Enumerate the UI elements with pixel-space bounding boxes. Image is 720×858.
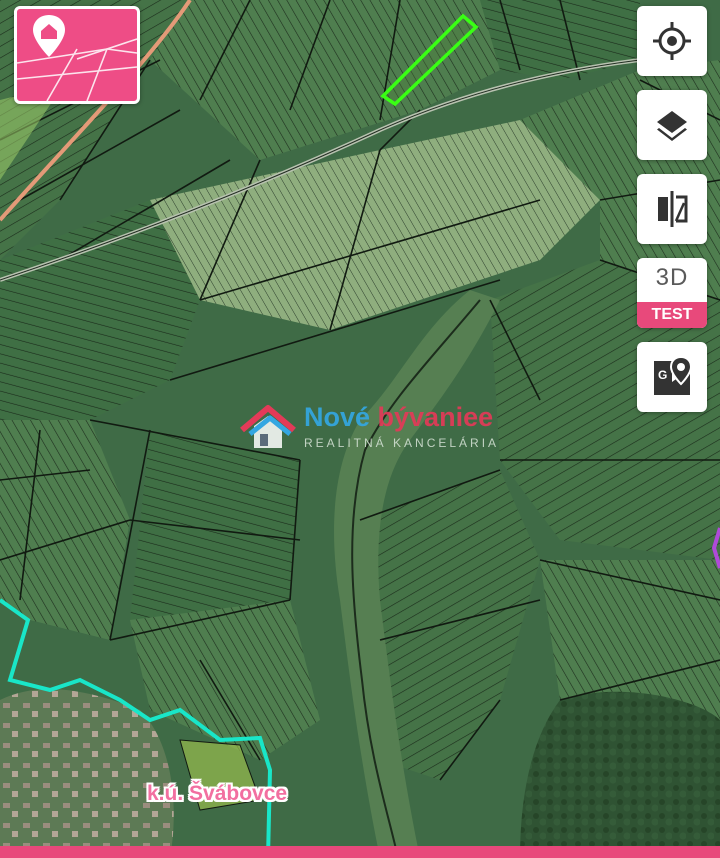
watermark-brand: Nové bývaniee — [304, 402, 494, 432]
google-maps-pin-icon: G — [654, 355, 693, 395]
watermark: Nové bývaniee REALITNÁ KANCELÁRIA — [240, 400, 500, 460]
parcel-location-icon — [16, 15, 138, 102]
bottom-bar — [0, 846, 720, 858]
test-badge: TEST — [637, 302, 707, 328]
crosshair-locate-icon — [653, 22, 691, 60]
google-maps-button[interactable]: G — [637, 342, 707, 412]
watermark-tagline: REALITNÁ KANCELÁRIA — [304, 436, 500, 450]
house-logo-icon — [240, 405, 296, 448]
forest-area — [520, 691, 720, 858]
parcel-card[interactable] — [14, 6, 140, 104]
3d-mode-button[interactable]: 3D TEST — [637, 258, 707, 328]
compare-button[interactable] — [637, 174, 707, 244]
svg-text:G: G — [658, 368, 667, 382]
locate-button[interactable] — [637, 6, 707, 76]
layers-icon — [657, 111, 687, 141]
layers-button[interactable] — [637, 90, 707, 160]
3d-label: 3D — [655, 264, 689, 291]
cadastral-area-label: k.ú. Švábovce — [147, 782, 288, 805]
split-compare-icon — [658, 191, 688, 227]
